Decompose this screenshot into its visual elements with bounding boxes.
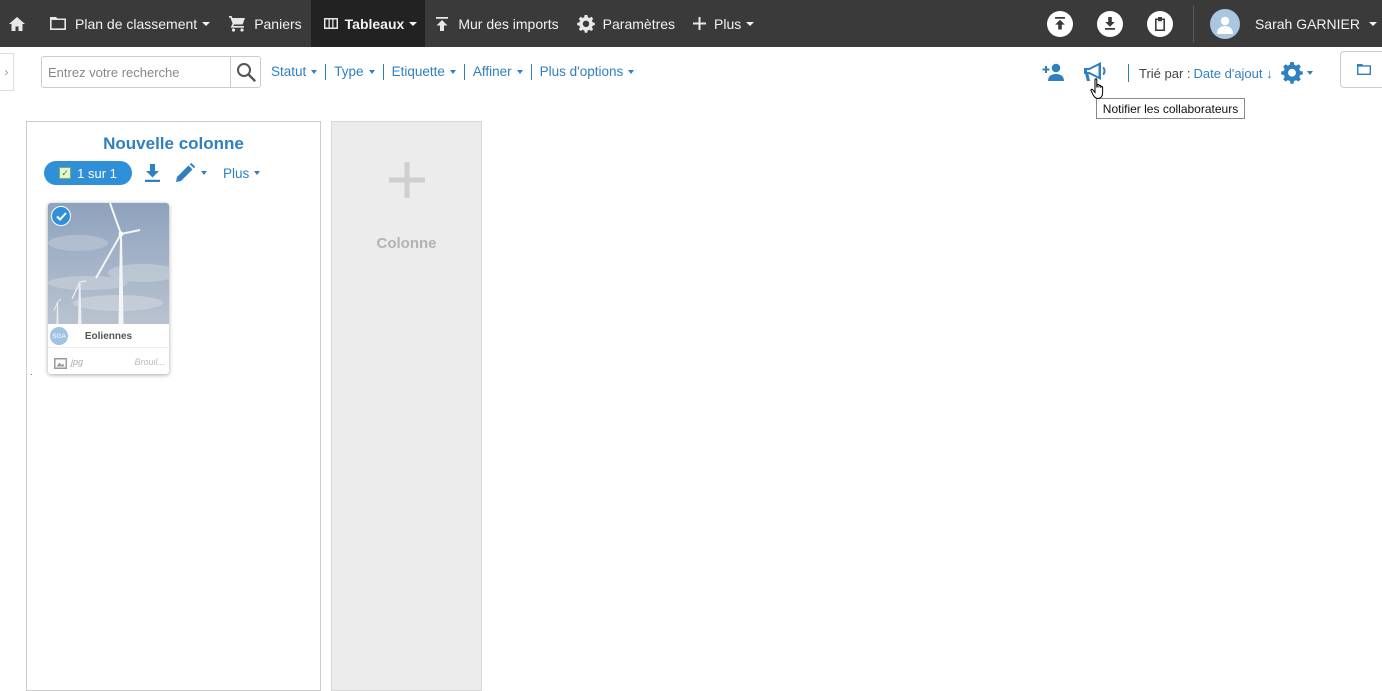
filter-label: Type (334, 64, 364, 79)
columns-icon (323, 18, 338, 29)
cart-icon (229, 16, 246, 32)
filter-label: Etiquette (391, 64, 445, 79)
chevron-down-icon (746, 21, 755, 26)
card-status: Brouil... (134, 357, 165, 367)
search-input[interactable] (42, 58, 231, 86)
settings-gear-icon (1280, 62, 1303, 84)
sort-control[interactable]: Trié par : Date d'ajout ↓ (1128, 64, 1273, 82)
folder-outline-icon (1356, 64, 1371, 75)
chevron-down-icon (202, 21, 211, 26)
chevron-down-icon (201, 171, 207, 175)
filter-affiner[interactable]: Affiner (465, 64, 532, 80)
clipboard-icon (1154, 16, 1165, 31)
column-actions: ✓ 1 sur 1 Plus (44, 161, 261, 185)
tooltip: Notifier les collaborateurs (1096, 98, 1245, 119)
search-icon (236, 63, 256, 82)
filter-statut[interactable]: Statut (263, 64, 327, 80)
add-collaborator-button[interactable] (1040, 63, 1066, 84)
chevron-down-icon[interactable] (1369, 21, 1377, 26)
view-settings-button[interactable] (1280, 62, 1313, 84)
nav-mur-des-imports[interactable]: Mur des imports (425, 0, 567, 47)
add-column-button[interactable]: Colonne (331, 121, 482, 691)
filter-plus-options[interactable]: Plus d'options (532, 64, 643, 80)
chevron-down-icon (368, 70, 375, 74)
user-name[interactable]: Sarah GARNIER (1255, 16, 1360, 32)
sort-label: Trié par : (1139, 65, 1191, 81)
nav-label: Plan de classement (75, 15, 198, 32)
filter-label: Affiner (472, 64, 512, 79)
board-column: Nouvelle colonne ✓ 1 sur 1 Plus SGA Eoli… (26, 121, 321, 691)
search-button[interactable] (230, 57, 260, 87)
person-icon (1216, 16, 1233, 34)
divider (48, 347, 169, 348)
selection-count: 1 sur 1 (77, 165, 117, 181)
more-label: Plus (223, 165, 250, 181)
nav-label: Paramètres (602, 15, 676, 32)
download-icon (1104, 17, 1115, 30)
chevron-down-icon (1306, 71, 1313, 75)
toolbar-right: Trié par : Date d'ajout ↓ (1040, 58, 1313, 88)
nav-tableaux[interactable]: Tableaux (310, 0, 426, 47)
chevron-down-icon (409, 21, 418, 26)
sidebar-toggle[interactable]: › (0, 53, 14, 91)
plus-icon (693, 17, 707, 30)
decorative-dot (31, 374, 32, 375)
download-button[interactable] (1096, 10, 1123, 37)
selection-count-button[interactable]: ✓ 1 sur 1 (44, 161, 132, 185)
filter-label: Statut (271, 64, 307, 79)
home-icon (9, 16, 25, 31)
chevron-down-icon (311, 70, 318, 74)
gear-icon (576, 14, 595, 33)
column-edit-button[interactable] (175, 163, 207, 183)
chevron-down-icon (628, 70, 635, 74)
folder-icon (50, 17, 66, 30)
top-navbar: Plan de classement Paniers Tableaux Mur … (0, 0, 1382, 47)
nav-label: Plus (714, 15, 742, 32)
file-extension: jpg (71, 357, 84, 367)
add-column-label: Colonne (376, 235, 437, 252)
card-title: Eoliennes (84, 331, 133, 342)
chevron-down-icon (449, 70, 456, 74)
column-more-button[interactable]: Plus (223, 165, 261, 181)
top-right-actions: Sarah GARNIER (1046, 0, 1382, 47)
user-avatar-icon[interactable] (1209, 8, 1240, 39)
nav-label: Tableaux (344, 15, 405, 32)
upload-icon (1054, 17, 1065, 30)
chevron-down-icon (254, 171, 261, 175)
filter-type[interactable]: Type (326, 64, 384, 80)
nav-label: Mur des imports (458, 15, 559, 32)
image-file-icon (54, 356, 67, 372)
add-user-icon (1042, 63, 1064, 81)
nav-plus[interactable]: Plus (684, 0, 763, 47)
filter-etiquette[interactable]: Etiquette (384, 64, 465, 80)
folder-panel-button[interactable] (1340, 51, 1382, 88)
document-card[interactable]: SGA Eoliennes jpg Brouil... (48, 203, 169, 374)
search-box (41, 56, 261, 88)
column-download-button[interactable] (144, 164, 161, 182)
card-selected-check-icon[interactable] (51, 206, 71, 226)
nav-paniers[interactable]: Paniers (219, 0, 310, 47)
download-icon (145, 164, 160, 182)
nav-plan-de-classement[interactable]: Plan de classement (40, 0, 219, 47)
filter-bar: Statut Type Etiquette Affiner Plus d'opt… (263, 62, 642, 82)
filter-label: Plus d'options (539, 64, 624, 79)
hand-cursor-icon (1090, 78, 1106, 103)
pencil-icon (176, 163, 195, 182)
clipboard-button[interactable] (1146, 10, 1173, 37)
nav-home[interactable] (0, 0, 40, 47)
upload-arrow-icon (436, 16, 449, 31)
upload-button[interactable] (1046, 10, 1073, 37)
divider (1192, 4, 1194, 43)
chevron-down-icon (516, 70, 523, 74)
plus-icon (387, 160, 427, 203)
nav-parametres[interactable]: Paramètres (568, 0, 684, 47)
chevron-right-icon: › (4, 65, 9, 79)
checkbox-icon: ✓ (59, 167, 72, 179)
nav-label: Paniers (254, 15, 302, 32)
sort-value[interactable]: Date d'ajout ↓ (1194, 66, 1273, 81)
column-title[interactable]: Nouvelle colonne (27, 134, 320, 154)
